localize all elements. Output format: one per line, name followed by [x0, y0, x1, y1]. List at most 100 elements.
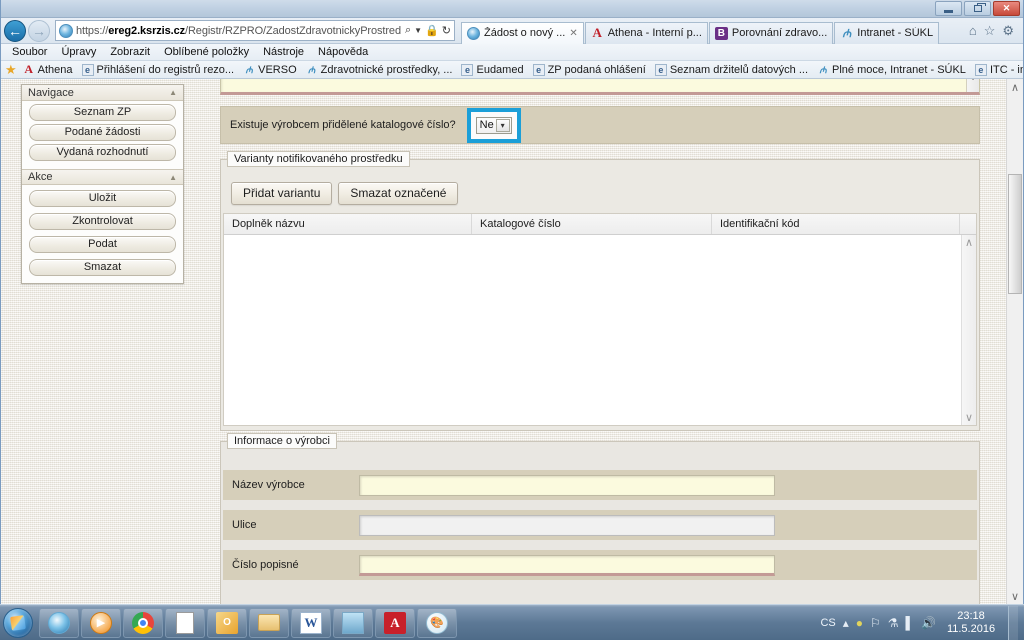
page-scrollbar[interactable]: ∧ ∨ — [1006, 79, 1023, 604]
clock[interactable]: 23:18 11.5.2016 — [943, 610, 1001, 636]
delete-selected-button[interactable]: Smazat označené — [338, 182, 459, 205]
menu-item-soubor[interactable]: Soubor — [5, 46, 54, 58]
menu-item-nastroje[interactable]: Nástroje — [256, 46, 311, 58]
taskbar-item-paint[interactable]: 🎨 — [417, 607, 457, 638]
forward-button[interactable]: → — [28, 19, 50, 42]
taskbar-item-google-chrome[interactable] — [123, 607, 163, 638]
tab-intranet-sukl[interactable]: ₼ Intranet - SÚKL — [834, 21, 940, 44]
internet-explorer-icon — [48, 611, 70, 634]
nav-group-header-akce[interactable]: Akce ▲ — [22, 169, 183, 185]
favorite-prihlaseni-registry[interactable]: e Přihlášení do registrů rezo... — [81, 63, 234, 76]
menu-item-zobrazit[interactable]: Zobrazit — [103, 46, 157, 58]
sidebar-item-smazat[interactable]: Smazat — [29, 259, 176, 276]
column-header-identifikacni-kod[interactable]: Identifikační kód — [712, 214, 960, 234]
nav-group-header-navigace[interactable]: Navigace ▲ — [22, 85, 183, 101]
favorite-athena[interactable]: A Athena — [23, 62, 72, 76]
taskbar: ▶ O W A 🎨 CS ▴ ● ⚐ ⚗ ▌ 🔊 23:18 11.5.2016 — [0, 604, 1024, 640]
favorite-zdravotnicke-prostredky[interactable]: ₼ Zdravotnické prostředky, ... — [306, 64, 453, 76]
tray-flag-icon[interactable]: ⚐ — [870, 616, 881, 630]
athena-a-icon: A — [592, 25, 602, 40]
column-header-doplnek-nazvu[interactable]: Doplněk názvu — [224, 214, 472, 234]
favorite-itc-institut[interactable]: e ITC - institut pro testování... — [974, 63, 1023, 76]
chevron-up-icon[interactable]: ▲ — [169, 173, 177, 182]
column-header-katalogove-cislo[interactable]: Katalogové číslo — [472, 214, 712, 234]
ulice-input[interactable] — [359, 514, 775, 536]
gear-icon[interactable]: ⚙ — [1002, 23, 1014, 39]
home-icon[interactable]: ⌂ — [969, 23, 977, 38]
taskbar-item-document[interactable] — [165, 607, 205, 638]
browser-toolbar-icons: ⌂ ☆ ⚙ — [963, 23, 1020, 39]
favorite-zp-podana-ohlaseni[interactable]: e ZP podaná ohlášení — [532, 63, 646, 76]
favorite-eudamed[interactable]: e Eudamed — [461, 63, 524, 76]
taskbar-item-adobe-reader[interactable]: A — [375, 607, 415, 638]
variants-table-header: Doplněk názvu Katalogové číslo Identifik… — [224, 214, 976, 235]
taskbar-item-windows-media-player[interactable]: ▶ — [81, 607, 121, 638]
document-icon — [176, 611, 194, 634]
tab-athena-interni[interactable]: A Athena - Interní p... — [584, 21, 708, 44]
menu-item-oblibene-polozky[interactable]: Oblíbené položky — [157, 46, 256, 58]
sidebar-item-vydana-rozhodnuti[interactable]: Vydaná rozhodnutí — [29, 144, 176, 161]
favorite-plne-moce[interactable]: ₼ Plné moce, Intranet - SÚKL — [817, 64, 966, 76]
scroll-up-icon[interactable]: ∧ — [965, 235, 973, 250]
variants-fieldset: Varianty notifikovaného prostředku Přida… — [220, 151, 980, 431]
start-button[interactable] — [3, 607, 33, 638]
tab-label: Žádost o nový ... — [484, 27, 566, 39]
variants-table: Doplněk názvu Katalogové číslo Identifik… — [223, 213, 977, 426]
menu-item-upravy[interactable]: Úpravy — [54, 46, 103, 58]
page-scroll-down-icon[interactable]: ∨ — [1011, 588, 1019, 604]
taskbar-item-file-explorer[interactable] — [249, 607, 289, 638]
catalog-number-select[interactable]: Ne ▾ — [475, 116, 512, 134]
cislo-popisne-input[interactable] — [359, 554, 775, 576]
address-bar[interactable]: https://ereg2.ksrzis.cz/Registr/RZPRO/Za… — [55, 20, 455, 41]
add-favorite-star-icon[interactable]: ★ — [5, 62, 17, 78]
refresh-icon[interactable]: ↻ — [442, 24, 451, 37]
sidebar-item-podat[interactable]: Podat — [29, 236, 176, 253]
catalog-number-label: Existuje výrobcem přidělené katalogové č… — [230, 119, 456, 131]
form-column: ∨ Existuje výrobcem přidělené katalogové… — [214, 79, 986, 604]
tray-shield-icon[interactable]: ⚗ — [888, 616, 899, 630]
page-scrollbar-thumb[interactable] — [1008, 174, 1022, 294]
tab-close-icon[interactable]: ✕ — [569, 28, 577, 39]
page-icon: e — [654, 63, 667, 76]
sidebar-item-seznam-zp[interactable]: Seznam ZP — [29, 104, 176, 121]
taskbar-items: ▶ O W A 🎨 — [39, 607, 457, 638]
back-button[interactable]: ← — [4, 19, 26, 42]
menu-item-napoveda[interactable]: Nápověda — [311, 46, 375, 58]
page-scroll-up-icon[interactable]: ∧ — [1011, 79, 1019, 95]
add-variant-button[interactable]: Přidat variantu — [231, 182, 333, 205]
tab-porovnani-zdravo[interactable]: B Porovnání zdravo... — [708, 21, 834, 44]
sidebar-item-podane-zadosti[interactable]: Podané žádosti — [29, 124, 176, 141]
taskbar-item-internet-explorer[interactable] — [39, 607, 79, 638]
show-hidden-icons-icon[interactable]: ▴ — [843, 616, 849, 630]
tray-status-icon[interactable]: ● — [856, 616, 863, 630]
favorites-star-icon[interactable]: ☆ — [984, 23, 996, 39]
chevron-down-icon[interactable]: ▼ — [414, 26, 422, 35]
minimize-button[interactable] — [935, 1, 962, 16]
scroll-down-icon[interactable]: ∨ — [965, 410, 973, 425]
browser-window: ✕ ← → https://ereg2.ksrzis.cz/Registr/RZ… — [0, 0, 1024, 604]
field-label-cislo-popisne: Číslo popisné — [232, 559, 299, 571]
taskbar-item-photo-viewer[interactable] — [333, 607, 373, 638]
favorite-seznam-drzitelu[interactable]: e Seznam držitelů datových ... — [654, 63, 808, 76]
tab-zadost-o-novy[interactable]: Žádost o nový ... ✕ — [461, 21, 584, 44]
textarea-scrollbar[interactable]: ∨ — [966, 79, 979, 92]
favorite-verso[interactable]: ₼ VERSO — [243, 64, 296, 76]
network-signal-icon[interactable]: ▌ — [906, 616, 915, 630]
search-icon[interactable]: ⌕ — [405, 24, 411, 37]
favorite-label: ZP podaná ohlášení — [547, 63, 646, 76]
chevron-up-icon[interactable]: ▲ — [169, 88, 177, 97]
catalog-number-selected-value: Ne — [479, 119, 494, 131]
show-desktop-button[interactable] — [1008, 605, 1018, 640]
chevron-down-icon[interactable]: ▾ — [495, 118, 510, 132]
volume-icon[interactable]: 🔊 — [921, 616, 936, 630]
taskbar-item-outlook[interactable]: O — [207, 607, 247, 638]
restore-button[interactable] — [964, 1, 991, 16]
variants-table-scrollbar[interactable]: ∧ ∨ — [961, 235, 976, 425]
sidebar-item-zkontrolovat[interactable]: Zkontrolovat — [29, 213, 176, 230]
description-textarea[interactable]: ∨ — [220, 79, 980, 95]
tray-language-indicator[interactable]: CS — [820, 617, 835, 629]
nazev-vyrobce-input[interactable] — [359, 474, 775, 496]
sidebar-item-ulozit[interactable]: Uložit — [29, 190, 176, 207]
close-button[interactable]: ✕ — [993, 1, 1020, 16]
taskbar-item-microsoft-word[interactable]: W — [291, 607, 331, 638]
